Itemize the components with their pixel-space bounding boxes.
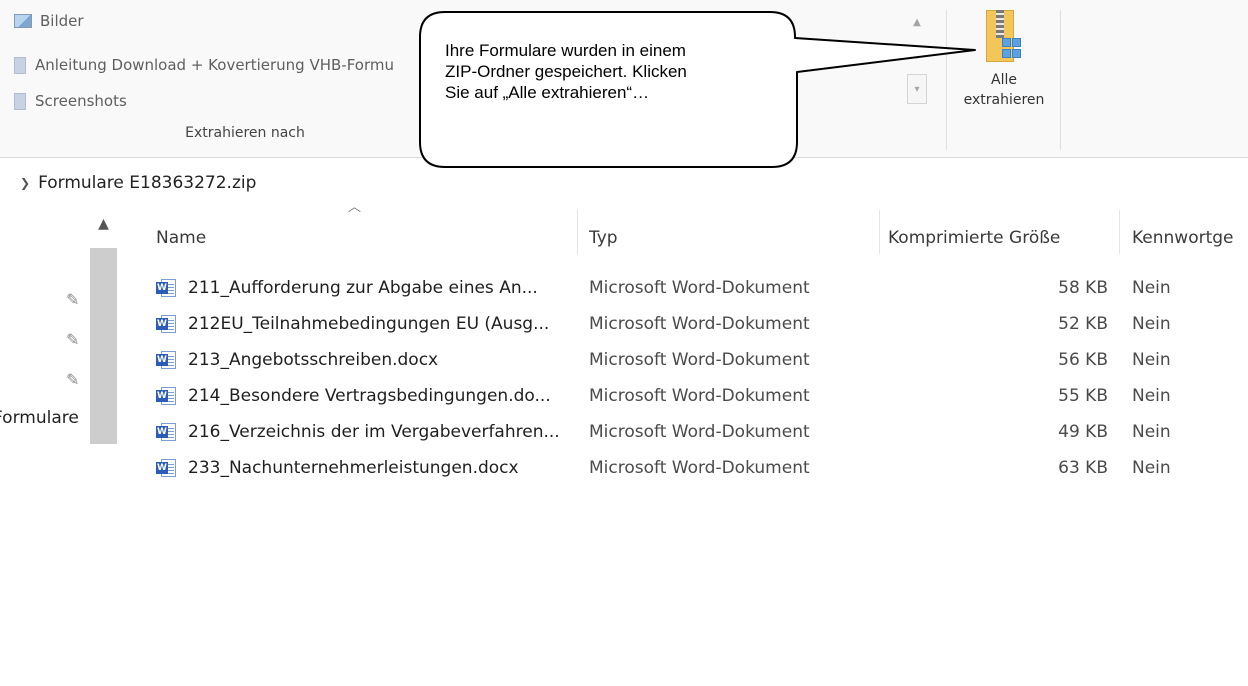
file-name: 212EU_Teilnahmebedingungen EU (Ausg... xyxy=(188,314,550,334)
gallery-up-button[interactable]: ▲ xyxy=(907,8,927,38)
column-header-password[interactable]: Kennwortge xyxy=(1132,220,1248,256)
file-name: 216_Verzeichnis der im Vergabeverfahren.… xyxy=(188,422,560,442)
zip-folder-icon xyxy=(982,4,1026,66)
word-document-icon: W xyxy=(156,387,176,405)
file-row[interactable]: W 214_Besondere Vertragsbedingungen.do...… xyxy=(148,378,1248,414)
file-password: Nein xyxy=(1132,422,1171,442)
file-row[interactable]: W 216_Verzeichnis der im Vergabeverfahren… xyxy=(148,414,1248,450)
destination-label: Bilder xyxy=(40,12,84,30)
word-document-icon: W xyxy=(156,459,176,477)
file-type: Microsoft Word-Dokument xyxy=(589,458,810,478)
extract-all-label: Alle extrahieren xyxy=(963,72,1045,108)
folder-icon xyxy=(14,92,26,110)
gallery-expand-button[interactable]: ▾ xyxy=(907,74,927,104)
pin-icon: ✎ xyxy=(66,290,80,309)
ribbon-separator xyxy=(946,10,947,150)
file-name: 233_Nachunternehmerleistungen.docx xyxy=(188,458,519,478)
file-password: Nein xyxy=(1132,278,1171,298)
file-compressed-size: 58 KB xyxy=(1058,278,1108,298)
file-password: Nein xyxy=(1132,458,1171,478)
file-row[interactable]: W 233_Nachunternehmerleistungen.docx Micro… xyxy=(148,450,1248,486)
gallery-down-button[interactable]: ▼ xyxy=(907,41,927,71)
file-password: Nein xyxy=(1132,350,1171,370)
word-document-icon: W xyxy=(156,315,176,333)
column-header-name[interactable]: Name xyxy=(156,220,566,256)
nav-item-formulare[interactable]: Formulare xyxy=(0,408,79,428)
file-name: 214_Besondere Vertragsbedingungen.do... xyxy=(188,386,551,406)
ribbon-group-label: Extrahieren nach xyxy=(185,125,305,141)
destination-anleitung[interactable]: Anleitung Download + Kovertierung VHB-Fo… xyxy=(14,52,409,78)
scrollbar-thumb[interactable] xyxy=(90,248,117,444)
file-row[interactable]: W 211_Aufforderung zur Abgabe eines An...… xyxy=(148,270,1248,306)
column-header-compressed-size[interactable]: Komprimierte Größe xyxy=(888,220,1108,256)
file-compressed-size: 55 KB xyxy=(1058,386,1108,406)
column-header-type[interactable]: Typ xyxy=(589,220,869,256)
file-compressed-size: 49 KB xyxy=(1058,422,1108,442)
file-password: Nein xyxy=(1132,386,1171,406)
scroll-up-icon[interactable]: ▲ xyxy=(90,216,117,242)
pin-icon: ✎ xyxy=(66,330,80,349)
extract-all-button[interactable]: Alle extrahieren xyxy=(952,4,1056,144)
callout-text: Ihre Formulare wurden in einem ZIP-Ordne… xyxy=(445,41,687,102)
destination-label: Anleitung Download + Kovertierung VHB-Fo… xyxy=(35,56,395,74)
column-divider[interactable] xyxy=(1119,210,1120,254)
destination-bilder[interactable]: Bilder xyxy=(14,8,414,34)
file-type: Microsoft Word-Dokument xyxy=(589,350,810,370)
file-name: 211_Aufforderung zur Abgabe eines An... xyxy=(188,278,538,298)
word-document-icon: W xyxy=(156,423,176,441)
word-document-icon: W xyxy=(156,351,176,369)
file-name: 213_Angebotsschreiben.docx xyxy=(188,350,439,370)
ribbon-separator xyxy=(1060,10,1061,150)
column-divider[interactable] xyxy=(577,210,578,254)
chevron-right-icon[interactable]: ❯ xyxy=(20,176,30,190)
file-type: Microsoft Word-Dokument xyxy=(589,278,810,298)
file-compressed-size: 52 KB xyxy=(1058,314,1108,334)
address-path: Formulare E18363272.zip xyxy=(38,173,257,193)
folder-icon xyxy=(14,56,26,74)
nav-scrollbar[interactable]: ▲ xyxy=(90,212,117,686)
file-row[interactable]: W 213_Angebotsschreiben.docx Microsoft Wor… xyxy=(148,342,1248,378)
file-row[interactable]: W 212EU_Teilnahmebedingungen EU (Ausg... M… xyxy=(148,306,1248,342)
file-compressed-size: 63 KB xyxy=(1058,458,1108,478)
sort-ascending-icon: ︿ xyxy=(348,200,362,215)
word-document-icon: W xyxy=(156,279,176,297)
file-compressed-size: 56 KB xyxy=(1058,350,1108,370)
file-password: Nein xyxy=(1132,314,1171,334)
file-type: Microsoft Word-Dokument xyxy=(589,314,810,334)
pin-icon: ✎ xyxy=(66,370,80,389)
address-bar[interactable]: ❯ Formulare E18363272.zip xyxy=(0,170,256,196)
column-divider[interactable] xyxy=(879,210,880,254)
file-type: Microsoft Word-Dokument xyxy=(589,422,810,442)
gallery-scroller: ▲ ▼ ▾ xyxy=(905,8,929,106)
destination-screenshots[interactable]: Screenshots xyxy=(14,88,414,114)
destination-label: Screenshots xyxy=(35,92,127,110)
pictures-icon xyxy=(14,14,32,28)
file-type: Microsoft Word-Dokument xyxy=(589,386,810,406)
